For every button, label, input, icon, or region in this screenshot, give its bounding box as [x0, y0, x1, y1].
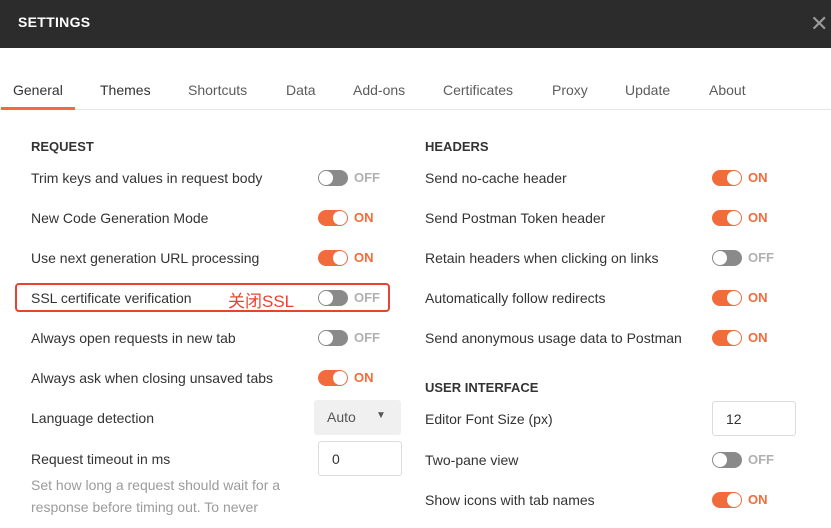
- user-interface-section-title: USER INTERFACE: [425, 380, 539, 395]
- no-cache-label: Send no-cache header: [425, 170, 567, 186]
- usage-data-toggle[interactable]: ON: [712, 329, 776, 347]
- toggle-knob: [713, 251, 727, 265]
- editor-font-size-value: 12: [726, 411, 742, 427]
- url-processing-toggle[interactable]: ON: [318, 249, 382, 267]
- tab-themes[interactable]: Themes: [100, 82, 151, 98]
- toggle-knob: [333, 211, 347, 225]
- toggle-state: ON: [354, 370, 374, 385]
- toggle-state: ON: [748, 290, 768, 305]
- language-detection-select[interactable]: Auto ▼: [314, 400, 401, 435]
- two-pane-label: Two-pane view: [425, 452, 519, 468]
- toggle-state: OFF: [748, 452, 774, 467]
- window-title: SETTINGS: [18, 14, 91, 30]
- request-timeout-value: 0: [332, 451, 340, 467]
- usage-data-label: Send anonymous usage data to Postman: [425, 330, 682, 346]
- toggle-knob: [727, 211, 741, 225]
- toggle-state: ON: [354, 250, 374, 265]
- retain-headers-label: Retain headers when clicking on links: [425, 250, 659, 266]
- caret-down-icon: ▼: [376, 410, 386, 421]
- ask-closing-label: Always ask when closing unsaved tabs: [31, 370, 274, 386]
- postman-token-label: Send Postman Token header: [425, 210, 606, 226]
- request-timeout-input[interactable]: 0: [318, 441, 402, 476]
- request-timeout-label: Request timeout in ms: [31, 451, 171, 467]
- request-timeout-help: response before timing out. To never: [31, 499, 258, 515]
- settings-tabs: General Themes Shortcuts Data Add-ons Ce…: [0, 72, 831, 110]
- editor-font-size-label: Editor Font Size (px): [425, 411, 553, 427]
- toggle-knob: [319, 171, 333, 185]
- no-cache-toggle[interactable]: ON: [712, 169, 776, 187]
- tab-shortcuts[interactable]: Shortcuts: [188, 82, 247, 98]
- request-section-title: REQUEST: [31, 139, 94, 154]
- code-gen-toggle[interactable]: ON: [318, 209, 382, 227]
- tab-add-ons[interactable]: Add-ons: [353, 82, 405, 98]
- follow-redirects-toggle[interactable]: ON: [712, 289, 776, 307]
- ssl-verification-label: SSL certificate verification: [31, 290, 192, 306]
- toggle-knob: [319, 331, 333, 345]
- tab-certificates[interactable]: Certificates: [443, 82, 513, 98]
- toggle-knob: [713, 453, 727, 467]
- toggle-state: ON: [748, 492, 768, 507]
- request-timeout-help: Set how long a request should wait for a: [31, 477, 281, 493]
- ssl-annotation: 关闭SSL: [228, 292, 295, 311]
- toggle-state: ON: [748, 170, 768, 185]
- tab-about[interactable]: About: [709, 82, 746, 98]
- close-icon[interactable]: ✕: [810, 8, 831, 40]
- tab-update[interactable]: Update: [625, 82, 670, 98]
- url-processing-label: Use next generation URL processing: [31, 250, 260, 266]
- code-gen-label: New Code Generation Mode: [31, 210, 209, 226]
- two-pane-toggle[interactable]: OFF: [712, 451, 776, 469]
- ask-closing-toggle[interactable]: ON: [318, 369, 382, 387]
- new-tab-toggle[interactable]: OFF: [318, 329, 382, 347]
- new-tab-label: Always open requests in new tab: [31, 330, 236, 346]
- toggle-state: OFF: [748, 250, 774, 265]
- tab-icons-toggle[interactable]: ON: [712, 491, 776, 509]
- toggle-knob: [333, 371, 347, 385]
- toggle-knob: [319, 291, 333, 305]
- toggle-state: OFF: [354, 170, 380, 185]
- toggle-knob: [333, 251, 347, 265]
- trim-keys-toggle[interactable]: OFF: [318, 169, 382, 187]
- postman-token-toggle[interactable]: ON: [712, 209, 776, 227]
- toggle-state: ON: [354, 210, 374, 225]
- tab-proxy[interactable]: Proxy: [552, 82, 588, 98]
- trim-keys-label: Trim keys and values in request body: [31, 170, 263, 186]
- follow-redirects-label: Automatically follow redirects: [425, 290, 606, 306]
- toggle-state: ON: [748, 210, 768, 225]
- toggle-state: OFF: [354, 330, 380, 345]
- tab-icons-label: Show icons with tab names: [425, 492, 595, 508]
- tab-data[interactable]: Data: [286, 82, 316, 98]
- title-bar: SETTINGS ✕: [0, 0, 831, 48]
- toggle-state: OFF: [354, 290, 380, 305]
- toggle-state: ON: [748, 330, 768, 345]
- ssl-verification-toggle[interactable]: OFF: [318, 289, 382, 307]
- toggle-knob: [727, 171, 741, 185]
- toggle-knob: [727, 291, 741, 305]
- toggle-knob: [727, 331, 741, 345]
- tab-general[interactable]: General: [1, 82, 75, 110]
- headers-section-title: HEADERS: [425, 139, 489, 154]
- editor-font-size-input[interactable]: 12: [712, 401, 796, 436]
- language-detection-label: Language detection: [31, 410, 154, 426]
- retain-headers-toggle[interactable]: OFF: [712, 249, 776, 267]
- language-detection-value: Auto: [327, 409, 356, 425]
- toggle-knob: [727, 493, 741, 507]
